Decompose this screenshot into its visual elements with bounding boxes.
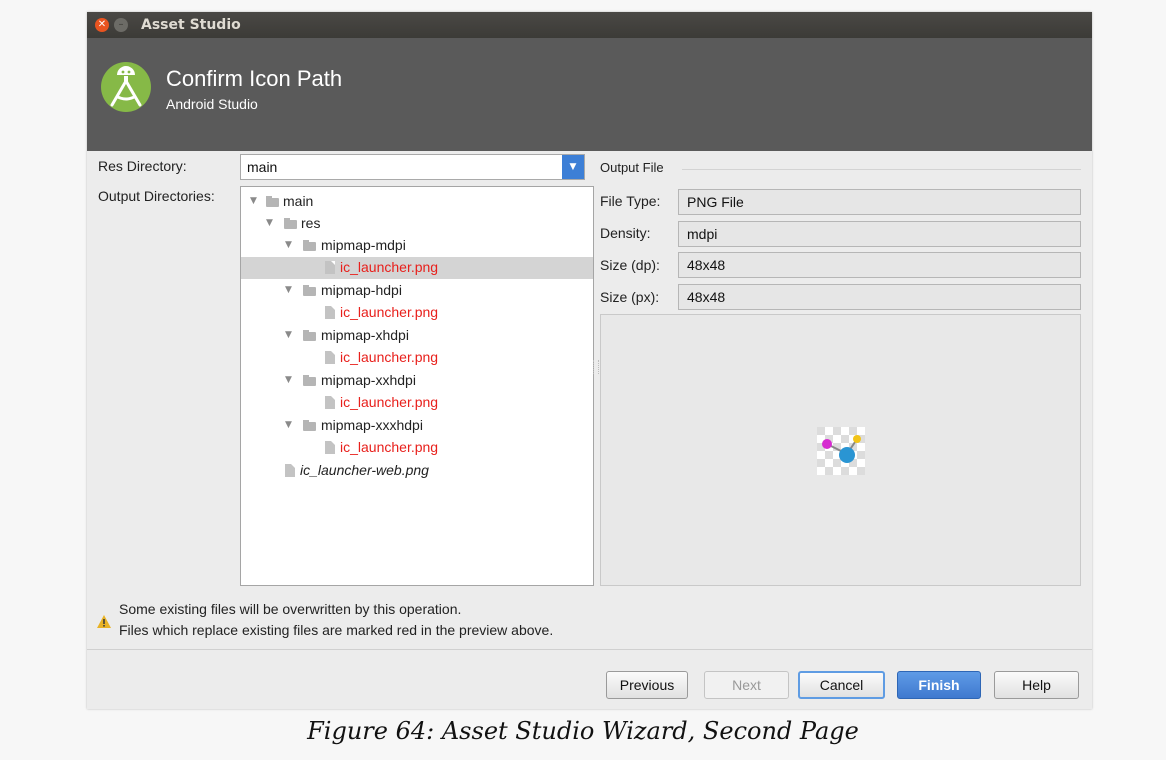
- previous-button[interactable]: Previous: [606, 671, 688, 699]
- folder-icon: [284, 218, 297, 229]
- tree-item-label: ic_launcher.png: [340, 394, 439, 410]
- tree-row-file[interactable]: ic_launcher.png: [241, 347, 593, 369]
- tree-item-label: ic_launcher.png: [340, 304, 439, 320]
- expand-arrow-icon[interactable]: ▼: [285, 330, 292, 340]
- android-studio-logo-icon: [101, 62, 151, 112]
- density-field: mdpi: [678, 221, 1081, 247]
- density-label: Density:: [600, 225, 651, 241]
- tree-item-label: main: [283, 193, 314, 209]
- tree-row-file[interactable]: ic_launcher.png: [241, 392, 593, 414]
- launcher-preview-icon: [817, 427, 865, 475]
- size-px-label: Size (px):: [600, 289, 660, 305]
- tree-row-mipmap-xxhdpi[interactable]: ▼ mipmap-xxhdpi: [241, 370, 593, 392]
- size-dp-field: 48x48: [678, 252, 1081, 278]
- res-directory-select[interactable]: main ▼: [240, 154, 585, 180]
- warning-message-line2: Files which replace existing files are m…: [119, 622, 554, 638]
- finish-button[interactable]: Finish: [897, 671, 981, 699]
- footer-separator: [87, 649, 1092, 650]
- expand-arrow-icon[interactable]: ▼: [250, 196, 257, 206]
- title-bar: ✕ – Asset Studio: [87, 12, 1092, 38]
- asset-studio-window: ✕ – Asset Studio Confirm Icon Path Andro…: [87, 12, 1092, 709]
- tree-item-label: ic_launcher.png: [340, 349, 439, 365]
- res-directory-value: main: [247, 159, 278, 175]
- size-dp-label: Size (dp):: [600, 257, 660, 273]
- folder-icon: [303, 240, 316, 251]
- file-icon: [325, 306, 335, 319]
- expand-arrow-icon[interactable]: ▼: [285, 375, 292, 385]
- expand-arrow-icon[interactable]: ▼: [285, 420, 292, 430]
- output-file-section-title: Output File: [600, 160, 664, 175]
- file-icon: [325, 351, 335, 364]
- folder-icon: [303, 285, 316, 296]
- folder-icon: [266, 196, 279, 207]
- tree-row-web-file[interactable]: ic_launcher-web.png: [241, 460, 593, 482]
- section-divider: [682, 169, 1081, 170]
- tree-item-label: mipmap-hdpi: [321, 282, 402, 298]
- close-window-button[interactable]: ✕: [95, 18, 109, 32]
- tree-row-mipmap-xxxhdpi[interactable]: ▼ mipmap-xxxhdpi: [241, 415, 593, 437]
- folder-icon: [303, 330, 316, 341]
- tree-item-label: ic_launcher.png: [340, 259, 439, 275]
- folder-icon: [303, 375, 316, 386]
- tree-item-label: mipmap-xxhdpi: [321, 372, 416, 388]
- tree-item-label: mipmap-xhdpi: [321, 327, 409, 343]
- minimize-window-button[interactable]: –: [114, 18, 128, 32]
- warning-message-line1: Some existing files will be overwritten …: [119, 601, 462, 617]
- tree-item-label: ic_launcher-web.png: [300, 462, 429, 478]
- tree-item-label: res: [301, 215, 321, 231]
- folder-icon: [303, 420, 316, 431]
- file-icon: [325, 396, 335, 409]
- icon-preview-panel: [600, 314, 1081, 586]
- tree-row-mipmap-xhdpi[interactable]: ▼ mipmap-xhdpi: [241, 325, 593, 347]
- tree-row-main[interactable]: ▼ main: [241, 191, 593, 213]
- tree-item-label: ic_launcher.png: [340, 439, 439, 455]
- file-icon: [285, 464, 295, 477]
- file-icon: [325, 441, 335, 454]
- tree-row-file[interactable]: ic_launcher.png: [241, 302, 593, 324]
- help-button[interactable]: Help: [994, 671, 1079, 699]
- chevron-down-icon[interactable]: ▼: [562, 155, 584, 179]
- tree-row-file-selected[interactable]: ic_launcher.png: [241, 257, 593, 279]
- file-type-value: PNG File: [687, 194, 744, 210]
- window-title: Asset Studio: [141, 17, 241, 33]
- tree-row-file[interactable]: ic_launcher.png: [241, 437, 593, 459]
- expand-arrow-icon[interactable]: ▼: [285, 240, 292, 250]
- output-directories-label: Output Directories:: [98, 188, 215, 204]
- file-type-label: File Type:: [600, 193, 661, 209]
- size-dp-value: 48x48: [687, 257, 726, 273]
- cancel-button[interactable]: Cancel: [798, 671, 885, 699]
- warning-icon: [97, 615, 111, 628]
- figure-caption: Figure 64: Asset Studio Wizard, Second P…: [307, 717, 859, 745]
- size-px-value: 48x48: [687, 289, 726, 305]
- file-icon: [325, 261, 335, 274]
- file-type-field: PNG File: [678, 189, 1081, 215]
- page-subtitle: Android Studio: [166, 96, 258, 112]
- tree-row-res[interactable]: ▼ res: [241, 213, 593, 235]
- tree-item-label: mipmap-mdpi: [321, 237, 406, 253]
- next-button[interactable]: Next: [704, 671, 789, 699]
- wizard-header: Confirm Icon Path Android Studio: [87, 38, 1092, 151]
- size-px-field: 48x48: [678, 284, 1081, 310]
- tree-item-label: mipmap-xxxhdpi: [321, 417, 423, 433]
- res-directory-label: Res Directory:: [98, 158, 187, 174]
- tree-row-mipmap-hdpi[interactable]: ▼ mipmap-hdpi: [241, 280, 593, 302]
- split-pane-divider[interactable]: [593, 360, 599, 374]
- output-directories-tree[interactable]: ▼ main ▼ res ▼ mipmap-mdpi ic_launcher.p…: [240, 186, 594, 586]
- expand-arrow-icon[interactable]: ▼: [285, 285, 292, 295]
- expand-arrow-icon[interactable]: ▼: [266, 218, 273, 228]
- page-title: Confirm Icon Path: [166, 66, 343, 91]
- tree-row-mipmap-mdpi[interactable]: ▼ mipmap-mdpi: [241, 235, 593, 257]
- density-value: mdpi: [687, 226, 718, 242]
